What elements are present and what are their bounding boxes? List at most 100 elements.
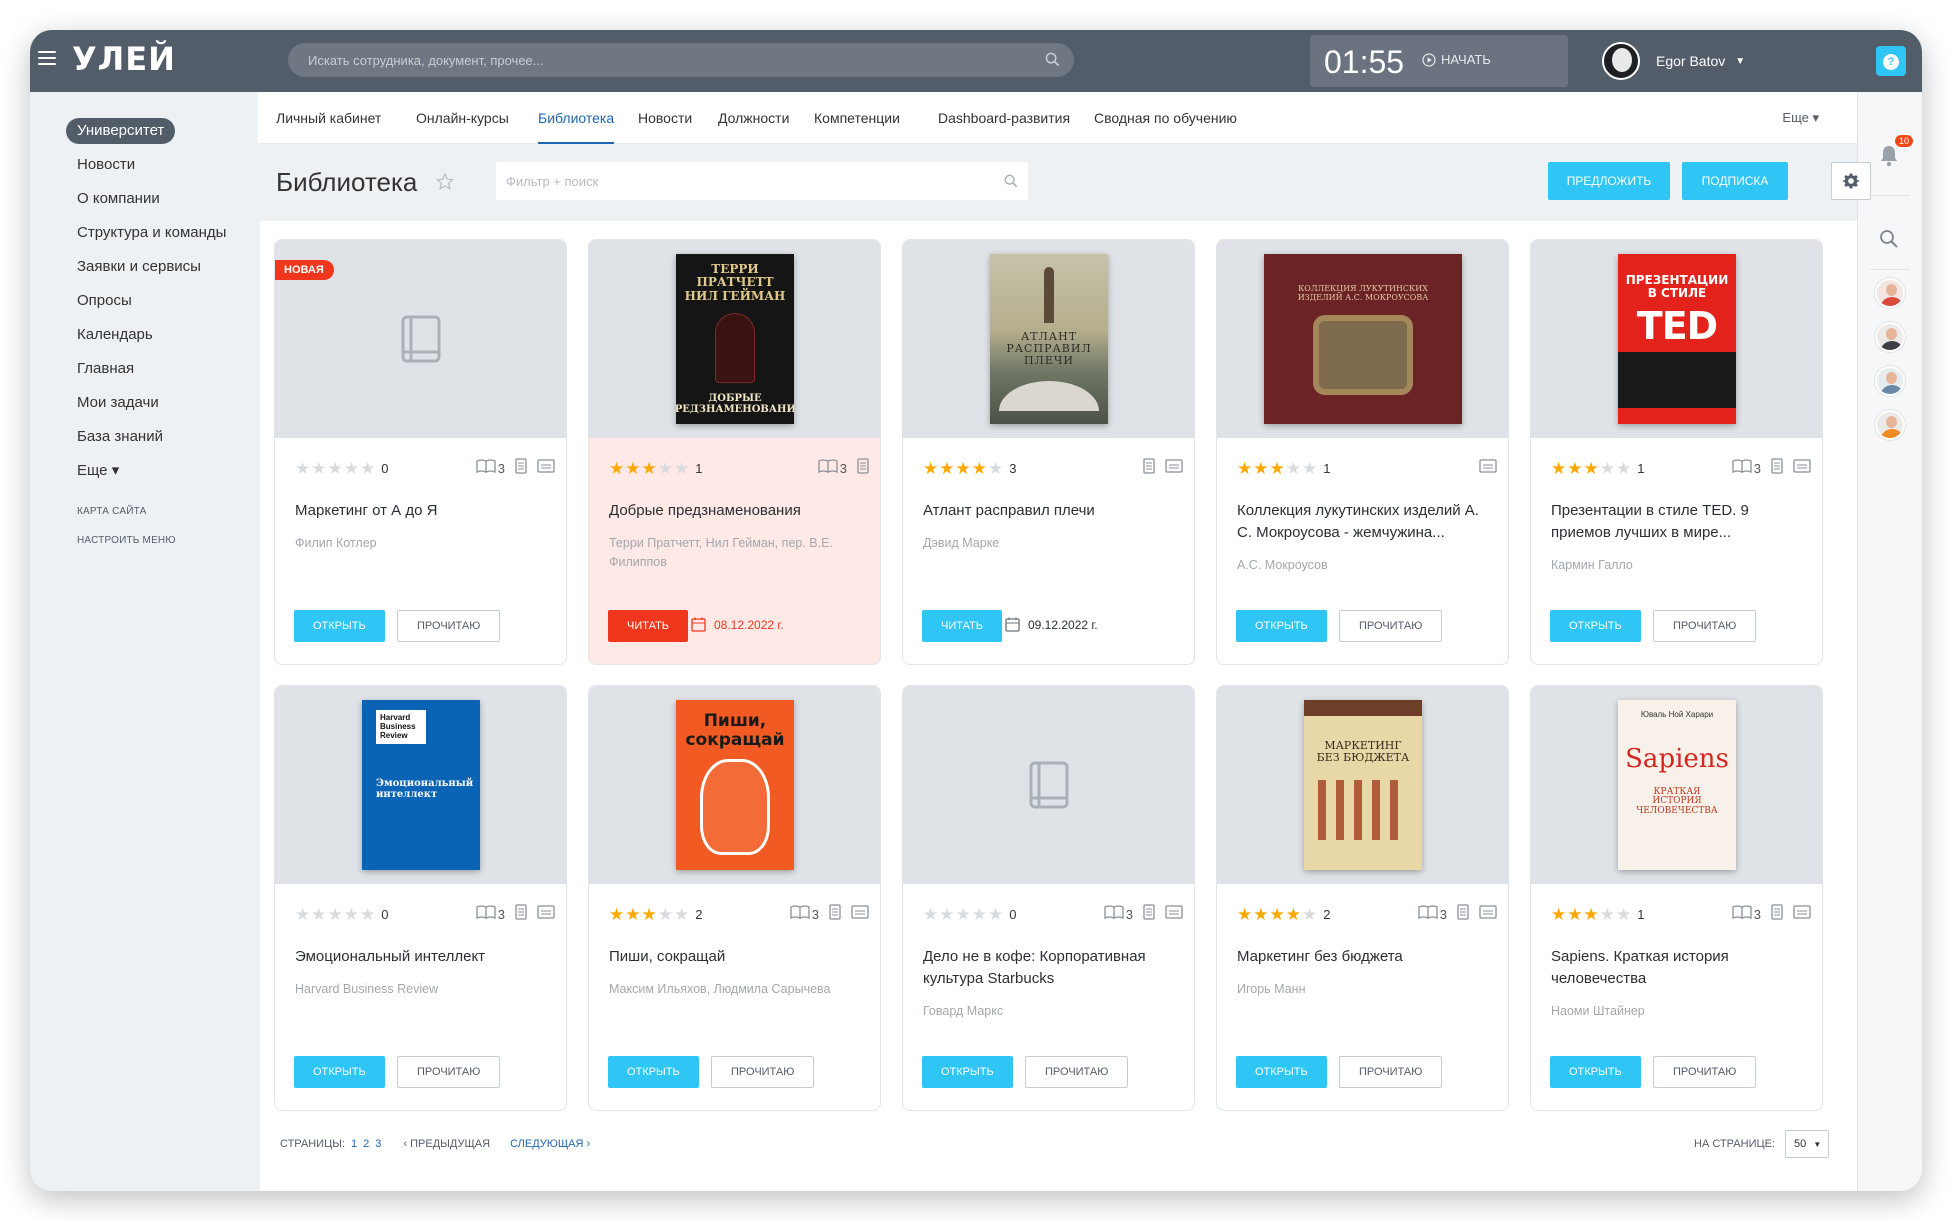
sidebar-item-polls[interactable]: Опросы bbox=[66, 288, 143, 314]
rating-stars[interactable]: ★ ★ ★ ★ ★ bbox=[1551, 906, 1631, 923]
rating-stars[interactable]: ★ ★ ★ ★ ★ bbox=[1237, 460, 1317, 477]
user-name[interactable]: Egor Batov bbox=[1656, 53, 1725, 69]
star-empty-icon[interactable]: ★ bbox=[658, 906, 673, 923]
star-empty-icon[interactable]: ★ bbox=[1616, 906, 1631, 923]
sitemap-link[interactable]: КАРТА САЙТА bbox=[66, 506, 146, 517]
will-read-button[interactable]: ПРОЧИТАЮ bbox=[1339, 610, 1443, 642]
tab-positions[interactable]: Должности bbox=[718, 92, 789, 144]
star-empty-icon[interactable]: ★ bbox=[295, 906, 310, 923]
book-cover-area[interactable]: Юваль Ной Харари Sapiens КРАТКАЯ ИСТОРИЯ Ч… bbox=[1531, 686, 1822, 884]
star-empty-icon[interactable]: ★ bbox=[295, 460, 310, 477]
tab-news[interactable]: Новости bbox=[638, 92, 692, 144]
rating-stars[interactable]: ★ ★ ★ ★ ★ bbox=[609, 906, 689, 923]
page-link[interactable]: 2 bbox=[363, 1138, 369, 1150]
book-card[interactable]: КОЛЛЕКЦИЯ ЛУКУТИНСКИХ ИЗДЕЛИЙ А.С. МОКРО… bbox=[1216, 239, 1509, 665]
star-filled-icon[interactable]: ★ bbox=[1270, 906, 1285, 923]
book-title[interactable]: Пиши, сокращай bbox=[609, 946, 869, 968]
will-read-button[interactable]: ПРОЧИТАЮ bbox=[1653, 1056, 1757, 1088]
star-empty-icon[interactable]: ★ bbox=[988, 906, 1003, 923]
sidebar-item-knowledge[interactable]: База знаний bbox=[66, 424, 174, 450]
book-card[interactable]: Юваль Ной Харари Sapiens КРАТКАЯ ИСТОРИЯ Ч… bbox=[1530, 685, 1823, 1111]
book-cover[interactable]: КОЛЛЕКЦИЯ ЛУКУТИНСКИХ ИЗДЕЛИЙ А.С. МОКРО… bbox=[1264, 254, 1462, 424]
sidebar-item-tasks[interactable]: Мои задачи bbox=[66, 390, 170, 416]
will-read-button[interactable]: ПРОЧИТАЮ bbox=[711, 1056, 815, 1088]
sidebar-item-news[interactable]: Новости bbox=[66, 152, 146, 178]
filter-search-input[interactable] bbox=[496, 162, 976, 200]
read-button[interactable]: ЧИТАТЬ bbox=[922, 610, 1003, 642]
filter-search[interactable] bbox=[496, 162, 1028, 200]
book-card[interactable]: ТЕРРИ ПРАТЧЕТТНИЛ ГЕЙМАН ДОБРЫЕПРЕДЗНАМЕ… bbox=[588, 239, 881, 665]
star-filled-icon[interactable]: ★ bbox=[1253, 906, 1268, 923]
star-filled-icon[interactable]: ★ bbox=[956, 460, 971, 477]
star-empty-icon[interactable]: ★ bbox=[1600, 906, 1615, 923]
star-filled-icon[interactable]: ★ bbox=[923, 460, 938, 477]
book-cover-area[interactable]: ПРЕЗЕНТАЦИИ В СТИЛЕ TED bbox=[1531, 240, 1822, 438]
star-empty-icon[interactable]: ★ bbox=[1286, 460, 1301, 477]
open-button[interactable]: ОТКРЫТЬ bbox=[922, 1056, 1013, 1088]
subscribe-button[interactable]: ПОДПИСКА bbox=[1682, 162, 1788, 200]
rating-stars[interactable]: ★ ★ ★ ★ ★ bbox=[609, 460, 689, 477]
contact-avatar[interactable] bbox=[1875, 366, 1905, 396]
page-link[interactable]: 3 bbox=[375, 1138, 381, 1150]
star-empty-icon[interactable]: ★ bbox=[939, 906, 954, 923]
star-filled-icon[interactable]: ★ bbox=[642, 460, 657, 477]
star-filled-icon[interactable]: ★ bbox=[642, 906, 657, 923]
book-card[interactable]: АТЛАНТ РАСПРАВИЛ ПЛЕЧИ ★ ★ ★ ★ ★ 3 Атлант расп… bbox=[902, 239, 1195, 665]
will-read-button[interactable]: ПРОЧИТАЮ bbox=[397, 610, 501, 642]
open-button[interactable]: ОТКРЫТЬ bbox=[608, 1056, 699, 1088]
star-filled-icon[interactable]: ★ bbox=[609, 906, 624, 923]
star-empty-icon[interactable]: ★ bbox=[344, 460, 359, 477]
will-read-button[interactable]: ПРОЧИТАЮ bbox=[1339, 1056, 1443, 1088]
sidebar-item-home[interactable]: Главная bbox=[66, 356, 145, 382]
book-title[interactable]: Атлант расправил плечи bbox=[923, 500, 1183, 522]
book-title[interactable]: Маркетинг без бюджета bbox=[1237, 946, 1497, 968]
start-day-button[interactable]: НАЧАТЬ bbox=[1422, 52, 1491, 67]
configure-menu-link[interactable]: НАСТРОИТЬ МЕНЮ bbox=[66, 535, 176, 546]
star-filled-icon[interactable]: ★ bbox=[1237, 460, 1252, 477]
star-empty-icon[interactable]: ★ bbox=[674, 460, 689, 477]
open-button[interactable]: ОТКРЫТЬ bbox=[1236, 1056, 1327, 1088]
book-card[interactable]: НОВАЯ ★ ★ ★ ★ ★ 0 3 Маркетинг от А до Я Фили… bbox=[274, 239, 567, 665]
global-search-input[interactable] bbox=[288, 43, 1028, 77]
book-title[interactable]: Эмоциональный интеллект bbox=[295, 946, 555, 968]
star-filled-icon[interactable]: ★ bbox=[939, 460, 954, 477]
sidebar-item-more[interactable]: Еще ▾ bbox=[66, 458, 130, 484]
star-empty-icon[interactable]: ★ bbox=[360, 906, 375, 923]
rating-stars[interactable]: ★ ★ ★ ★ ★ bbox=[923, 460, 1003, 477]
rating-stars[interactable]: ★ ★ ★ ★ ★ bbox=[1237, 906, 1317, 923]
tabs-more-menu[interactable]: Еще ▾ bbox=[1782, 92, 1819, 144]
star-empty-icon[interactable]: ★ bbox=[972, 906, 987, 923]
user-menu[interactable]: Egor Batov ▼ bbox=[1602, 42, 1745, 80]
book-card[interactable]: ★ ★ ★ ★ ★ 0 3 Дело не в кофе: Корпоративная … bbox=[902, 685, 1195, 1111]
menu-icon[interactable] bbox=[38, 51, 56, 65]
star-empty-icon[interactable]: ★ bbox=[1302, 906, 1317, 923]
star-filled-icon[interactable]: ★ bbox=[1237, 906, 1252, 923]
star-empty-icon[interactable]: ★ bbox=[328, 460, 343, 477]
chevron-down-icon[interactable]: ▼ bbox=[1735, 56, 1745, 67]
book-cover[interactable]: Harvard Business Review Эмоциональный инт… bbox=[362, 700, 480, 870]
will-read-button[interactable]: ПРОЧИТАЮ bbox=[397, 1056, 501, 1088]
star-empty-icon[interactable]: ★ bbox=[988, 460, 1003, 477]
open-button[interactable]: ОТКРЫТЬ bbox=[294, 610, 385, 642]
book-cover[interactable]: ПРЕЗЕНТАЦИИ В СТИЛЕ TED bbox=[1618, 254, 1736, 424]
book-card[interactable]: МАРКЕТИНГ БЕЗ БЮДЖЕТА ★ ★ ★ ★ ★ 2 3 Маркетинг… bbox=[1216, 685, 1509, 1111]
tab-summary[interactable]: Сводная по обучению bbox=[1094, 92, 1237, 144]
star-empty-icon[interactable]: ★ bbox=[328, 906, 343, 923]
book-card[interactable]: Harvard Business Review Эмоциональный инт… bbox=[274, 685, 567, 1111]
book-cover-area[interactable]: МАРКЕТИНГ БЕЗ БЮДЖЕТА bbox=[1217, 686, 1508, 884]
star-empty-icon[interactable]: ★ bbox=[360, 460, 375, 477]
star-filled-icon[interactable]: ★ bbox=[609, 460, 624, 477]
book-cover[interactable]: Юваль Ной Харари Sapiens КРАТКАЯ ИСТОРИЯ Ч… bbox=[1618, 700, 1736, 870]
search-icon[interactable] bbox=[1045, 52, 1060, 67]
logo[interactable]: УЛЕЙ bbox=[72, 40, 176, 78]
book-cover-area[interactable]: НОВАЯ bbox=[275, 240, 566, 438]
rating-stars[interactable]: ★ ★ ★ ★ ★ bbox=[1551, 460, 1631, 477]
tab-library[interactable]: Библиотека bbox=[538, 92, 615, 144]
sidebar-item-calendar[interactable]: Календарь bbox=[66, 322, 164, 348]
star-filled-icon[interactable]: ★ bbox=[1551, 906, 1566, 923]
book-title[interactable]: Дело не в кофе: Корпоративная культура S… bbox=[923, 946, 1183, 990]
contact-avatar[interactable] bbox=[1875, 322, 1905, 352]
book-card[interactable]: ПРЕЗЕНТАЦИИ В СТИЛЕ TED ★ ★ ★ ★ ★ 1 3 Презент… bbox=[1530, 239, 1823, 665]
star-empty-icon[interactable]: ★ bbox=[956, 906, 971, 923]
per-page-select[interactable]: 50 ▼ bbox=[1785, 1130, 1829, 1158]
